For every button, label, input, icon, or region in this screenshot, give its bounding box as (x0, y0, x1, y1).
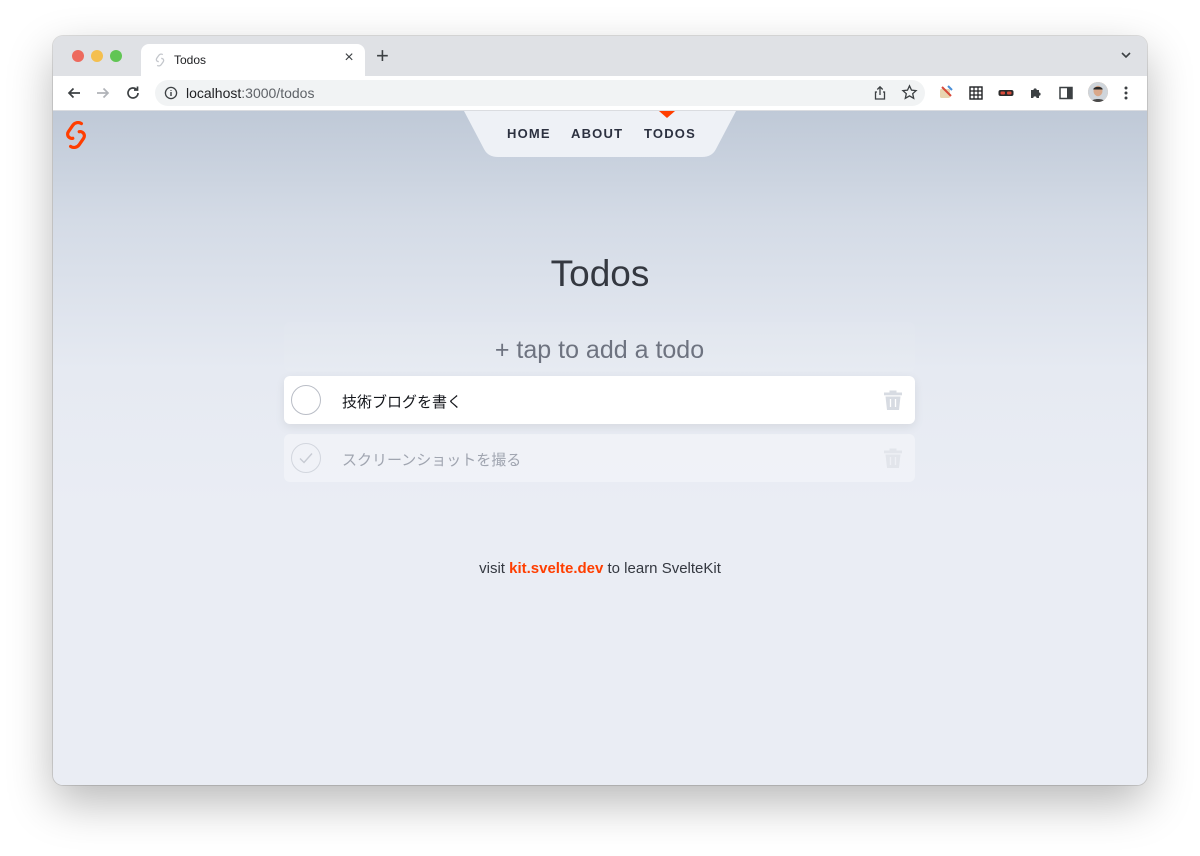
tab-search-chevron-icon[interactable] (1119, 48, 1133, 62)
svelte-favicon-icon (155, 53, 165, 67)
back-arrow-icon[interactable] (65, 84, 83, 102)
tab-close-button[interactable]: × (341, 49, 357, 67)
star-icon[interactable] (901, 84, 918, 101)
footer-prefix: visit (479, 560, 510, 577)
todo-toggle-checkbox[interactable] (291, 385, 321, 415)
more-menu-icon[interactable] (1117, 84, 1135, 102)
url-text[interactable]: localhost:3000/todos (186, 85, 314, 101)
avatar-face-icon (1088, 82, 1108, 102)
reload-icon[interactable] (124, 84, 142, 102)
new-tab-button[interactable]: + (376, 45, 389, 67)
browser-toolbar: localhost:3000/todos (53, 76, 1147, 111)
trash-icon[interactable] (882, 447, 904, 469)
browser-tab[interactable]: Todos × (141, 44, 365, 76)
close-window-button[interactable] (72, 50, 84, 62)
tab-strip: Todos × + (53, 36, 1147, 76)
maximize-window-button[interactable] (110, 50, 122, 62)
minimize-window-button[interactable] (91, 50, 103, 62)
address-bar[interactable]: localhost:3000/todos (155, 80, 925, 106)
puzzle-icon[interactable] (1027, 84, 1045, 102)
new-todo-input[interactable]: + tap to add a todo (284, 322, 915, 372)
tab-title: Todos (174, 53, 207, 67)
nav-todos-link[interactable]: TODOS (644, 126, 696, 141)
web-page: HOME ABOUT TODOS Todos + tap to add a to… (53, 111, 1147, 785)
check-icon (299, 453, 313, 464)
mask-extension-icon[interactable] (997, 84, 1015, 102)
main-nav: HOME ABOUT TODOS (464, 111, 736, 157)
side-panel-icon[interactable] (1057, 84, 1075, 102)
svelte-logo-icon[interactable] (63, 121, 89, 149)
page-title: Todos (550, 253, 650, 294)
todo-text[interactable]: スクリーンショットを撮る (342, 449, 521, 470)
footer: visit kit.svelte.dev to learn SvelteKit (53, 560, 1147, 577)
nav-about-link[interactable]: ABOUT (571, 126, 623, 141)
nav-home-link[interactable]: HOME (507, 126, 551, 141)
paint-extension-icon[interactable] (937, 84, 955, 102)
todo-item: スクリーンショットを撮る (284, 434, 915, 482)
forward-arrow-icon[interactable] (94, 84, 112, 102)
footer-suffix: to learn SvelteKit (603, 560, 721, 577)
todo-toggle-checkbox[interactable] (291, 443, 321, 473)
profile-avatar[interactable] (1088, 82, 1108, 102)
kit-svelte-link[interactable]: kit.svelte.dev (509, 560, 603, 577)
info-icon[interactable] (164, 86, 178, 100)
trash-icon[interactable] (882, 389, 904, 411)
todo-text[interactable]: 技術ブログを書く (342, 391, 462, 412)
share-icon[interactable] (872, 85, 888, 101)
todo-item: 技術ブログを書く (284, 376, 915, 424)
grid-extension-icon[interactable] (967, 84, 985, 102)
browser-window: Todos × + localhost:3000/todos HOME ABOU… (53, 36, 1147, 785)
